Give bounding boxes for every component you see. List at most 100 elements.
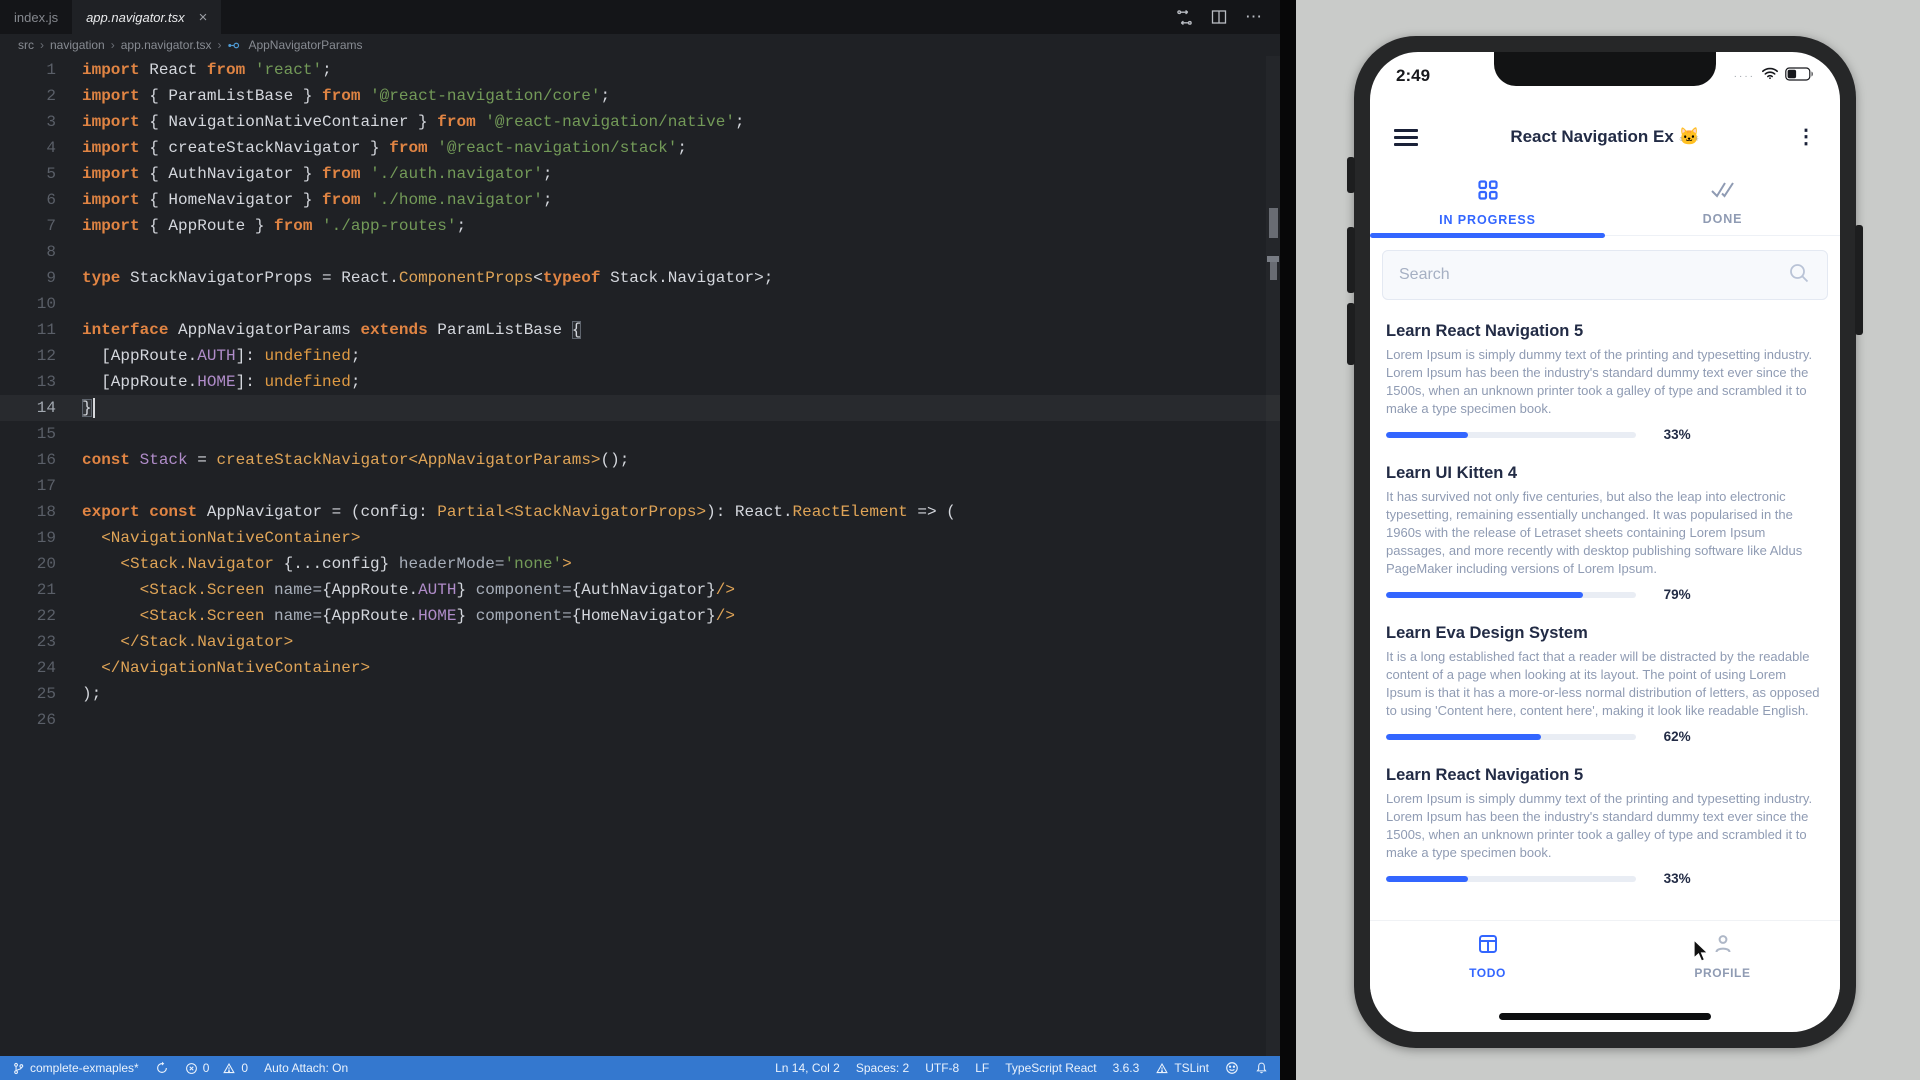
line-content xyxy=(56,239,82,265)
line-content: const Stack = createStackNavigator<AppNa… xyxy=(56,447,629,473)
line-content: import { ParamListBase } from '@react-na… xyxy=(56,83,610,109)
code-editor[interactable]: 1import React from 'react';2import { Par… xyxy=(0,56,1280,1056)
line-number: 12 xyxy=(0,343,56,369)
tab-in-progress[interactable]: IN PROGRESS xyxy=(1370,170,1605,235)
ts-version[interactable]: 3.6.3 xyxy=(1113,1061,1140,1075)
code-line[interactable]: 6import { HomeNavigator } from './home.n… xyxy=(0,187,1280,213)
language-mode[interactable]: TypeScript React xyxy=(1005,1061,1096,1075)
bottom-tab-profile[interactable]: PROFILE xyxy=(1605,921,1840,992)
task-description: It has survived not only five centuries,… xyxy=(1386,488,1824,578)
search-icon[interactable] xyxy=(1787,261,1811,290)
task-description: Lorem Ipsum is simply dummy text of the … xyxy=(1386,790,1824,862)
grid-icon xyxy=(1477,179,1499,206)
sync-button[interactable] xyxy=(155,1061,169,1075)
chevron-right-icon: › xyxy=(40,38,44,52)
code-line[interactable]: 10 xyxy=(0,291,1280,317)
menu-hamburger-icon[interactable] xyxy=(1394,125,1418,150)
code-line[interactable]: 3import { NavigationNativeContainer } fr… xyxy=(0,109,1280,135)
code-line[interactable]: 5import { AuthNavigator } from './auth.n… xyxy=(0,161,1280,187)
indentation[interactable]: Spaces: 2 xyxy=(856,1061,909,1075)
line-number: 11 xyxy=(0,317,56,343)
scrollbar-thumb[interactable] xyxy=(1269,208,1278,238)
line-content xyxy=(56,291,82,317)
breadcrumb-src[interactable]: src xyxy=(18,38,34,52)
tab-done[interactable]: DONE xyxy=(1605,170,1840,235)
code-line[interactable]: 4import { createStackNavigator } from '@… xyxy=(0,135,1280,161)
tab-index-js[interactable]: index.js xyxy=(0,0,72,34)
task-card[interactable]: Learn React Navigation 5Lorem Ipsum is s… xyxy=(1370,754,1840,896)
code-line[interactable]: 24 </NavigationNativeContainer> xyxy=(0,655,1280,681)
battery-icon xyxy=(1785,67,1814,86)
line-content: import { NavigationNativeContainer } fro… xyxy=(56,109,745,135)
code-lines: 1import React from 'react';2import { Par… xyxy=(0,57,1280,733)
code-line[interactable]: 20 <Stack.Navigator {...config} headerMo… xyxy=(0,551,1280,577)
line-number: 7 xyxy=(0,213,56,239)
error-icon xyxy=(185,1062,198,1075)
code-line[interactable]: 1import React from 'react'; xyxy=(0,57,1280,83)
notifications-bell-icon[interactable] xyxy=(1255,1061,1268,1075)
eol-sequence[interactable]: LF xyxy=(975,1061,989,1075)
task-progress: 33% xyxy=(1386,427,1824,442)
git-branch-status[interactable]: complete-exmaples* xyxy=(12,1061,139,1075)
code-line[interactable]: 8 xyxy=(0,239,1280,265)
code-line[interactable]: 18export const AppNavigator = (config: P… xyxy=(0,499,1280,525)
more-actions-icon[interactable]: ⋯ xyxy=(1245,12,1262,22)
tab-label: DONE xyxy=(1703,212,1743,226)
progress-percent: 33% xyxy=(1664,871,1691,886)
tab-label: index.js xyxy=(14,10,58,25)
overflow-menu-icon[interactable]: ⋮ xyxy=(1796,130,1816,144)
line-number: 8 xyxy=(0,239,56,265)
task-progress: 62% xyxy=(1386,729,1824,744)
code-line[interactable]: 2import { ParamListBase } from '@react-n… xyxy=(0,83,1280,109)
search-input[interactable] xyxy=(1399,266,1787,284)
breadcrumb-file[interactable]: app.navigator.tsx xyxy=(121,38,212,52)
code-line[interactable]: 9type StackNavigatorProps = React.Compon… xyxy=(0,265,1280,291)
code-line[interactable]: 11interface AppNavigatorParams extends P… xyxy=(0,317,1280,343)
close-icon[interactable]: × xyxy=(199,10,208,25)
line-number: 10 xyxy=(0,291,56,317)
code-line[interactable]: 7import { AppRoute } from './app-routes'… xyxy=(0,213,1280,239)
progress-track xyxy=(1386,592,1636,598)
chevron-right-icon: › xyxy=(217,38,221,52)
task-title: Learn UI Kitten 4 xyxy=(1386,464,1824,483)
task-description: Lorem Ipsum is simply dummy text of the … xyxy=(1386,346,1824,418)
compare-changes-icon[interactable] xyxy=(1176,9,1193,26)
breadcrumb-symbol[interactable]: AppNavigatorParams xyxy=(248,38,362,52)
code-line[interactable]: 23 </Stack.Navigator> xyxy=(0,629,1280,655)
code-line[interactable]: 19 <NavigationNativeContainer> xyxy=(0,525,1280,551)
auto-attach-status[interactable]: Auto Attach: On xyxy=(264,1061,348,1075)
task-card[interactable]: Learn Eva Design SystemIt is a long esta… xyxy=(1370,612,1840,754)
line-content: type StackNavigatorProps = React.Compone… xyxy=(56,265,773,291)
code-line[interactable]: 21 <Stack.Screen name={AppRoute.AUTH} co… xyxy=(0,577,1280,603)
feedback-smiley-icon[interactable] xyxy=(1225,1061,1239,1075)
code-line[interactable]: 22 <Stack.Screen name={AppRoute.HOME} co… xyxy=(0,603,1280,629)
code-line[interactable]: 13 [AppRoute.HOME]: undefined; xyxy=(0,369,1280,395)
cursor-position[interactable]: Ln 14, Col 2 xyxy=(775,1061,840,1075)
code-line[interactable]: 25); xyxy=(0,681,1280,707)
code-line[interactable]: 16const Stack = createStackNavigator<App… xyxy=(0,447,1280,473)
code-line[interactable]: 17 xyxy=(0,473,1280,499)
code-line[interactable]: 14} xyxy=(0,395,1280,421)
code-line[interactable]: 26 xyxy=(0,707,1280,733)
encoding[interactable]: UTF-8 xyxy=(925,1061,959,1075)
line-content: export const AppNavigator = (config: Par… xyxy=(56,499,956,525)
problems-indicator[interactable]: 0 0 xyxy=(185,1061,248,1075)
tab-app-navigator-tsx[interactable]: app.navigator.tsx × xyxy=(72,0,221,34)
volume-down-button xyxy=(1347,303,1355,365)
bottom-tab-todo[interactable]: TODO xyxy=(1370,921,1605,992)
linter-status[interactable]: TSLint xyxy=(1155,1061,1209,1075)
line-content: <Stack.Screen name={AppRoute.AUTH} compo… xyxy=(56,577,735,603)
line-content: import { createStackNavigator } from '@r… xyxy=(56,135,687,161)
progress-fill xyxy=(1386,876,1468,882)
line-content: </NavigationNativeContainer> xyxy=(56,655,370,681)
git-branch-icon xyxy=(12,1062,25,1075)
layout-grid-icon xyxy=(1477,933,1499,960)
split-editor-icon[interactable] xyxy=(1211,9,1227,25)
task-card[interactable]: Learn React Navigation 5Lorem Ipsum is s… xyxy=(1370,310,1840,452)
editor-scrollbar[interactable] xyxy=(1266,56,1280,1056)
code-line[interactable]: 12 [AppRoute.AUTH]: undefined; xyxy=(0,343,1280,369)
task-card[interactable]: Learn UI Kitten 4 It has survived not onl… xyxy=(1370,452,1840,612)
line-number: 3 xyxy=(0,109,56,135)
breadcrumb-navigation[interactable]: navigation xyxy=(50,38,105,52)
code-line[interactable]: 15 xyxy=(0,421,1280,447)
